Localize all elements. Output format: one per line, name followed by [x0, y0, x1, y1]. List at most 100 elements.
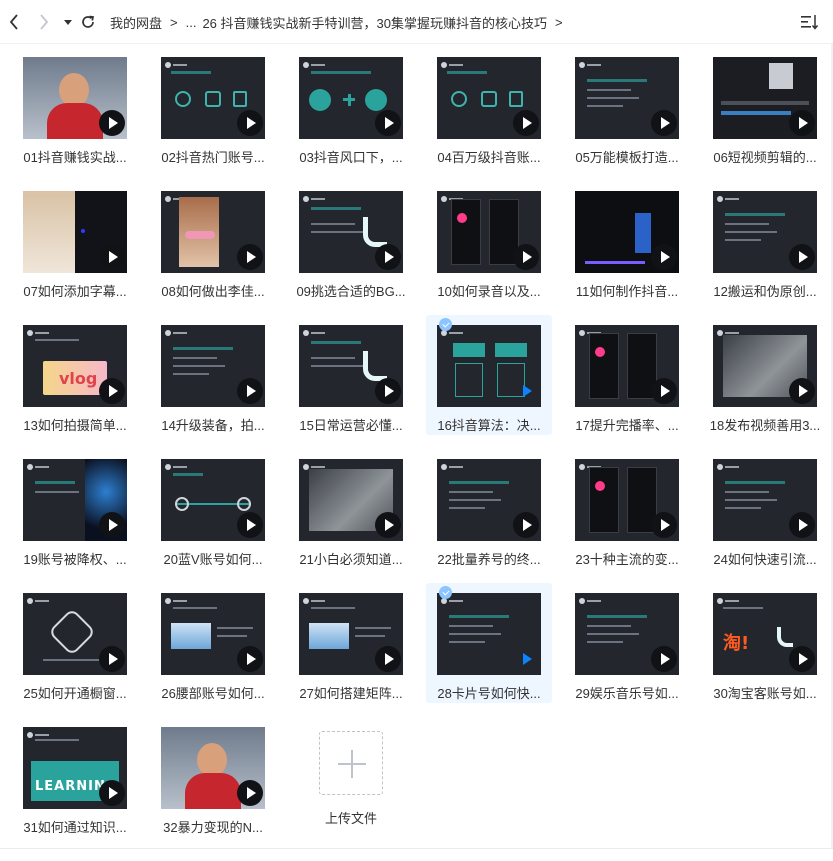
sort-icon[interactable]	[801, 14, 819, 30]
video-thumbnail	[23, 57, 127, 139]
video-thumbnail	[161, 593, 265, 675]
file-tile[interactable]: 09挑选合适的BG...	[288, 181, 414, 301]
play-icon	[789, 646, 815, 672]
video-thumbnail	[299, 459, 403, 541]
video-thumbnail	[299, 191, 403, 273]
play-icon	[99, 244, 125, 270]
file-name: 16抖音算法：决...	[437, 418, 541, 433]
play-icon	[789, 244, 815, 270]
file-tile[interactable]: 32暴力变现的N...	[150, 717, 276, 837]
file-tile[interactable]: 28卡片号如何快...	[426, 583, 552, 703]
file-tile[interactable]: 10如何录音以及...	[426, 181, 552, 301]
file-name: 28卡片号如何快...	[437, 686, 541, 701]
file-tile[interactable]: 18发布视频善用3...	[702, 315, 828, 435]
file-tile[interactable]: 22批量养号的终...	[426, 449, 552, 569]
file-name: 27如何搭建矩阵...	[299, 686, 403, 701]
logo-icon	[579, 597, 601, 605]
logo-icon	[27, 329, 49, 337]
check-icon[interactable]	[439, 318, 452, 331]
file-tile[interactable]: LEARNING 31如何通过知识...	[12, 717, 138, 837]
file-name: 26腰部账号如何...	[161, 686, 265, 701]
play-icon	[789, 512, 815, 538]
file-tile[interactable]: 14升级装备，拍...	[150, 315, 276, 435]
play-icon	[375, 244, 401, 270]
file-tile[interactable]: 27如何搭建矩阵...	[288, 583, 414, 703]
video-thumbnail	[437, 191, 541, 273]
file-name: 19账号被降权、...	[23, 552, 127, 567]
file-name: 30淘宝客账号如...	[713, 686, 817, 701]
video-thumbnail	[713, 57, 817, 139]
logo-icon	[303, 61, 325, 69]
file-tile[interactable]: 11如何制作抖音...	[564, 181, 690, 301]
file-tile[interactable]: 15日常运营必懂...	[288, 315, 414, 435]
video-thumbnail: LEARNING	[23, 727, 127, 809]
forward-icon[interactable]	[34, 12, 54, 32]
file-tile[interactable]: 03抖音风口下，...	[288, 47, 414, 167]
play-icon	[375, 110, 401, 136]
video-thumbnail	[575, 325, 679, 407]
file-tile[interactable]: 08如何做出李佳...	[150, 181, 276, 301]
video-thumbnail: 淘!	[713, 593, 817, 675]
file-tile[interactable]: 04百万级抖音账...	[426, 47, 552, 167]
file-tile[interactable]: 07如何添加字幕...	[12, 181, 138, 301]
breadcrumb-separator[interactable]: >	[555, 15, 563, 30]
taobao-label: 淘!	[723, 633, 750, 654]
file-tile[interactable]: 06短视频剪辑的...	[702, 47, 828, 167]
check-icon[interactable]	[439, 586, 452, 599]
file-tile[interactable]: 20蓝V账号如何...	[150, 449, 276, 569]
logo-icon	[303, 195, 325, 203]
video-thumbnail	[299, 593, 403, 675]
play-icon	[651, 378, 677, 404]
chevron-down-icon[interactable]	[58, 12, 78, 32]
file-name: 14升级装备，拍...	[161, 418, 265, 433]
video-thumbnail	[713, 459, 817, 541]
file-name: 04百万级抖音账...	[437, 150, 541, 165]
video-thumbnail	[161, 57, 265, 139]
video-thumbnail	[299, 325, 403, 407]
file-tile[interactable]: 17提升完播率、...	[564, 315, 690, 435]
play-icon	[237, 780, 263, 806]
back-icon[interactable]	[4, 12, 24, 32]
logo-icon	[165, 61, 187, 69]
file-tile[interactable]: 02抖音热门账号...	[150, 47, 276, 167]
play-icon	[513, 646, 539, 672]
play-icon	[237, 646, 263, 672]
file-tile[interactable]: 29娱乐音乐号如...	[564, 583, 690, 703]
file-tile[interactable]: 26腰部账号如何...	[150, 583, 276, 703]
play-icon	[99, 646, 125, 672]
file-tile[interactable]: 19账号被降权、...	[12, 449, 138, 569]
file-tile[interactable]: 21小白必须知道...	[288, 449, 414, 569]
video-thumbnail	[161, 191, 265, 273]
file-tile[interactable]: 24如何快速引流...	[702, 449, 828, 569]
file-tile[interactable]: 05万能模板打造...	[564, 47, 690, 167]
refresh-icon[interactable]	[78, 12, 98, 32]
play-icon	[99, 110, 125, 136]
file-name: 13如何拍摄简单...	[23, 418, 127, 433]
file-name: 01抖音赚钱实战...	[23, 150, 127, 165]
play-icon	[651, 646, 677, 672]
file-name: 24如何快速引流...	[713, 552, 817, 567]
video-thumbnail: vlog	[23, 325, 127, 407]
file-tile[interactable]: 淘! 30淘宝客账号如...	[702, 583, 828, 703]
file-tile[interactable]: 25如何开通橱窗...	[12, 583, 138, 703]
breadcrumb-root[interactable]: 我的网盘	[110, 13, 162, 32]
file-tile[interactable]: 16抖音算法：决...	[426, 315, 552, 435]
video-thumbnail	[713, 325, 817, 407]
video-thumbnail	[23, 191, 127, 273]
video-thumbnail	[575, 57, 679, 139]
breadcrumb-ellipsis[interactable]: ...	[186, 15, 197, 30]
file-tile[interactable]: 23十种主流的变...	[564, 449, 690, 569]
video-thumbnail	[23, 459, 127, 541]
file-name: 11如何制作抖音...	[575, 284, 679, 299]
file-tile[interactable]: 12搬运和伪原创...	[702, 181, 828, 301]
file-tile[interactable]: vlog 13如何拍摄简单...	[12, 315, 138, 435]
video-thumbnail	[437, 57, 541, 139]
logo-icon	[579, 61, 601, 69]
upload-button[interactable]: 上传文件	[288, 717, 414, 837]
upload-label: 上传文件	[324, 811, 377, 826]
play-icon	[237, 378, 263, 404]
logo-icon	[717, 195, 739, 203]
file-tile[interactable]: 01抖音赚钱实战...	[12, 47, 138, 167]
divider	[0, 848, 833, 849]
logo-icon	[717, 463, 739, 471]
